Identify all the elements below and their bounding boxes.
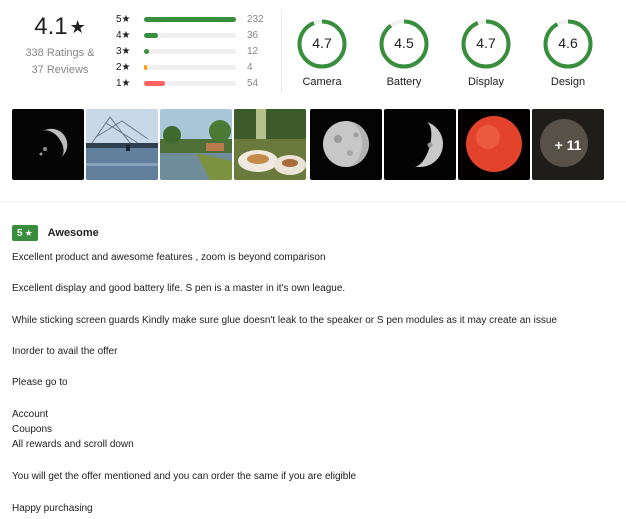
rating-bar-fill: [144, 17, 236, 22]
overall-rating-value: 4.1: [34, 13, 68, 40]
ratings-summary: 4.1 ★ 338 Ratings & 37 Reviews 5★ 232 4★ …: [0, 0, 626, 100]
more-photos-tile[interactable]: + 11: [532, 109, 604, 180]
backwater-canal-photo: [160, 109, 232, 180]
rating-bar-1: 1★ 54: [116, 75, 266, 91]
fishing-net-lake-photo: [86, 109, 158, 180]
rating-bar-label: 1★: [116, 77, 131, 89]
rating-bar-label: 4★: [116, 29, 131, 41]
rating-bar-track: [144, 65, 236, 70]
reviews-count: 37 Reviews: [31, 64, 89, 76]
photo-thumbnail[interactable]: [234, 109, 306, 180]
star-icon: ★: [24, 227, 33, 238]
rating-bar-5: 5★ 232: [116, 11, 266, 27]
rating-bar-fill: [144, 33, 159, 38]
moon-crescent-photo: [384, 109, 456, 180]
review-rating-badge: 5 ★: [12, 225, 38, 241]
aspect-name: Camera: [302, 76, 342, 88]
overall-rating: 4.1 ★ 338 Ratings & 37 Reviews: [14, 10, 106, 78]
rating-bar-count: 36: [247, 29, 259, 41]
review-text-line: Inorder to avail the offer: [12, 346, 118, 357]
more-photos-count: + 11: [532, 109, 604, 180]
review-text-line: Please go to: [12, 377, 68, 388]
rating-bar-count: 12: [247, 45, 259, 57]
rating-bar-label: 3★: [116, 45, 131, 57]
rating-bar-track: [144, 33, 236, 38]
rating-bar-3: 3★ 12: [116, 43, 266, 59]
rating-bar-fill: [144, 49, 149, 54]
rating-bar-2: 2★ 4: [116, 59, 266, 75]
review-header: 5 ★ Awesome: [12, 225, 99, 241]
photo-thumbnail[interactable]: [12, 109, 84, 180]
review-text-line: Account: [12, 409, 49, 420]
aspect-display: 4.7 Display: [451, 18, 521, 88]
rating-distribution: 5★ 232 4★ 36 3★ 12 2★ 4 1★ 54: [116, 11, 266, 91]
review-text-line: You will get the offer mentioned and you…: [12, 471, 357, 482]
review-text-line: Excellent display and good battery life.…: [12, 283, 346, 294]
photo-thumbnail[interactable]: [384, 109, 456, 180]
review-text-line: Excellent product and awesome features ,…: [12, 252, 326, 263]
aspect-value: 4.5: [394, 35, 414, 51]
photo-thumbnail[interactable]: [310, 109, 382, 180]
aspect-name: Battery: [386, 76, 422, 88]
rating-bar-label: 5★: [116, 13, 131, 25]
star-icon: ★: [69, 17, 86, 37]
aspect-name: Display: [467, 76, 505, 88]
summary-divider: [281, 10, 282, 92]
section-divider: [0, 201, 626, 202]
photo-thumbnail[interactable]: [458, 109, 530, 180]
rating-bar-count: 232: [247, 13, 264, 25]
rating-bar-track: [144, 81, 236, 86]
rating-bar-count: 54: [247, 77, 259, 89]
aspect-camera: 4.7 Camera: [287, 18, 357, 88]
photo-thumbnail[interactable]: [86, 109, 158, 180]
rating-bar-4: 4★ 36: [116, 27, 266, 43]
gibbous-moon-photo: [310, 109, 382, 180]
rating-bar-fill: [144, 81, 166, 86]
aspect-name: Design: [550, 76, 586, 88]
rating-bar-label: 2★: [116, 61, 131, 73]
review-text-line: All rewards and scroll down: [12, 439, 134, 450]
review-text-line: Happy purchasing: [12, 503, 93, 514]
food-plates-photo: [234, 109, 306, 180]
rating-bar-track: [144, 49, 236, 54]
review-rating-value: 5: [17, 227, 23, 239]
half-moon-photo: [12, 109, 84, 180]
aspect-value: 4.6: [558, 35, 578, 51]
red-sun-photo: [458, 109, 530, 180]
review-text-line: While sticking screen guards Kindly make…: [12, 315, 557, 326]
rating-bar-count: 4: [247, 61, 253, 73]
aspect-value: 4.7: [312, 35, 332, 51]
aspect-value: 4.7: [476, 35, 496, 51]
ratings-count: 338 Ratings &: [25, 47, 95, 59]
rating-bar-fill: [144, 65, 147, 70]
review-title: Awesome: [47, 227, 99, 239]
aspect-design: 4.6 Design: [533, 18, 603, 88]
review-text-line: Coupons: [12, 424, 53, 435]
photo-thumbnail[interactable]: [160, 109, 232, 180]
aspect-battery: 4.5 Battery: [369, 18, 439, 88]
rating-bar-track: [144, 17, 236, 22]
